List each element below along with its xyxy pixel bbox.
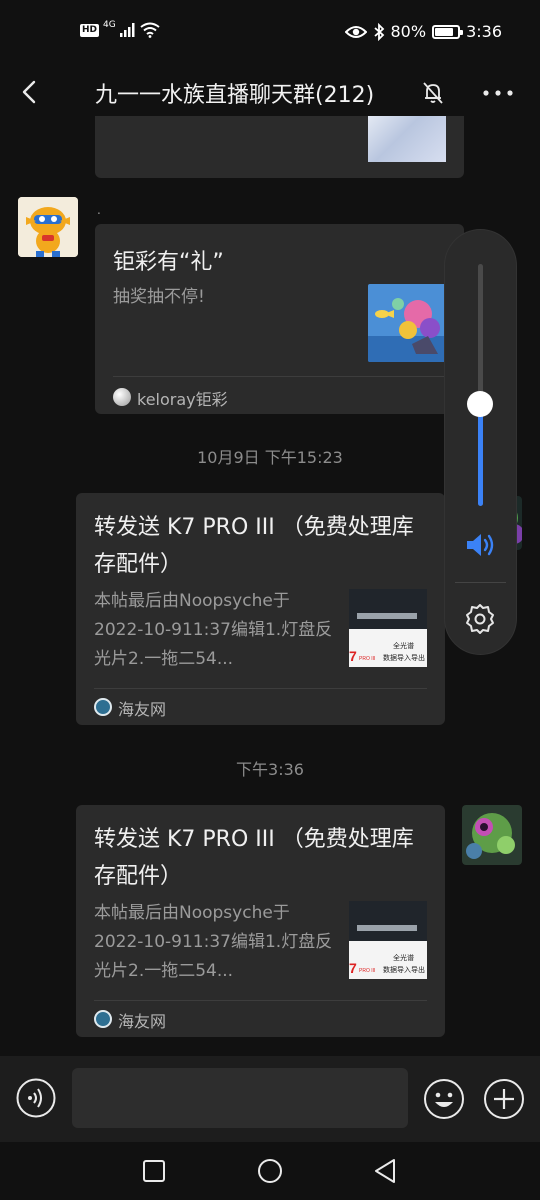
network-status: HD 4G <box>80 20 160 38</box>
clock: 3:36 <box>466 22 502 41</box>
battery-percent: 80% <box>390 22 427 41</box>
card-divider <box>113 376 446 377</box>
status-bar: HD 4G 80% 3:36 <box>0 0 540 68</box>
card-thumbnail: 7 PRO III 全光谱 数据导入导出 <box>349 589 427 667</box>
source-logo-icon <box>113 388 131 406</box>
svg-text:7: 7 <box>349 648 357 664</box>
card-title: 转发送 K7 PRO III （免费处理库存配件） <box>94 515 414 577</box>
network-type-label: 4G <box>103 20 116 30</box>
system-nav-bar <box>0 1142 540 1200</box>
device-status: 80% 3:36 <box>344 22 502 41</box>
mute-bell-icon <box>423 82 443 104</box>
speaker-icon[interactable] <box>463 530 497 560</box>
volume-slider-handle[interactable] <box>467 391 493 418</box>
emoji-button[interactable] <box>423 1078 465 1120</box>
avatar[interactable] <box>462 805 522 865</box>
input-bar <box>0 1056 540 1142</box>
card-source: 海友网 <box>118 700 167 719</box>
source-logo-icon <box>94 1010 112 1028</box>
recents-button[interactable] <box>139 1156 169 1186</box>
card-title: 钜彩有“礼” <box>113 250 224 275</box>
volume-slider-fill <box>478 404 483 506</box>
card-divider <box>94 688 427 689</box>
avatar[interactable] <box>18 197 78 257</box>
battery-icon <box>432 24 464 39</box>
thumbnail-caption: 数据导入导出 <box>383 654 425 662</box>
chat-header: 九一一水族直播聊天群(212) <box>0 68 540 116</box>
card-thumbnail <box>368 284 446 362</box>
voice-input-button[interactable] <box>16 1078 56 1118</box>
thumbnail-caption: 全光谱 <box>393 642 414 650</box>
gift-link-card[interactable]: 钜彩有“礼” 抽奖抽不停! keloray钜彩 <box>95 224 464 414</box>
card-divider <box>94 1000 427 1001</box>
link-card-partial[interactable] <box>95 116 464 178</box>
signal-icon <box>119 23 135 37</box>
svg-text:PRO III: PRO III <box>359 968 375 974</box>
eye-icon <box>344 25 367 38</box>
card-thumbnail: 7 PRO III 全光谱 数据导入导出 <box>349 901 427 979</box>
robot-avatar-image <box>18 197 78 257</box>
card-description: 抽奖抽不停! <box>113 287 205 307</box>
gear-icon[interactable] <box>463 602 497 636</box>
volume-divider <box>455 582 506 583</box>
home-button[interactable] <box>255 1156 285 1186</box>
back-nav-button[interactable] <box>370 1156 400 1186</box>
link-card-thumbnail <box>368 116 446 162</box>
thumbnail-caption: 全光谱 <box>393 954 414 962</box>
hd-badge: HD <box>80 23 100 37</box>
forward-link-card[interactable]: 转发送 K7 PRO III （免费处理库存配件） 本帖最后由Noopsyche… <box>76 805 445 1037</box>
svg-text:7: 7 <box>349 960 357 976</box>
card-description: 本帖最后由Noopsyche于2022-10-911:37编辑1.灯盘反光片2.… <box>94 591 333 669</box>
timestamp: 下午3:36 <box>236 760 304 779</box>
svg-text:PRO III: PRO III <box>359 656 375 662</box>
back-button[interactable] <box>14 76 46 108</box>
thumbnail-caption: 数据导入导出 <box>383 966 425 974</box>
wifi-icon <box>140 22 160 38</box>
card-source: keloray钜彩 <box>137 390 228 409</box>
sender-name: . <box>97 203 101 217</box>
chat-title: 九一一水族直播聊天群(212) <box>95 83 375 108</box>
card-source: 海友网 <box>118 1012 167 1031</box>
bluetooth-icon <box>373 22 384 41</box>
more-options-button[interactable] <box>480 80 516 106</box>
card-title: 转发送 K7 PRO III （免费处理库存配件） <box>94 827 414 889</box>
volume-panel <box>445 230 516 654</box>
forward-link-card[interactable]: 转发送 K7 PRO III （免费处理库存配件） 本帖最后由Noopsyche… <box>76 493 445 725</box>
message-input[interactable] <box>72 1068 408 1128</box>
card-description: 本帖最后由Noopsyche于2022-10-911:37编辑1.灯盘反光片2.… <box>94 903 333 981</box>
source-logo-icon <box>94 698 112 716</box>
more-actions-button[interactable] <box>483 1078 525 1120</box>
